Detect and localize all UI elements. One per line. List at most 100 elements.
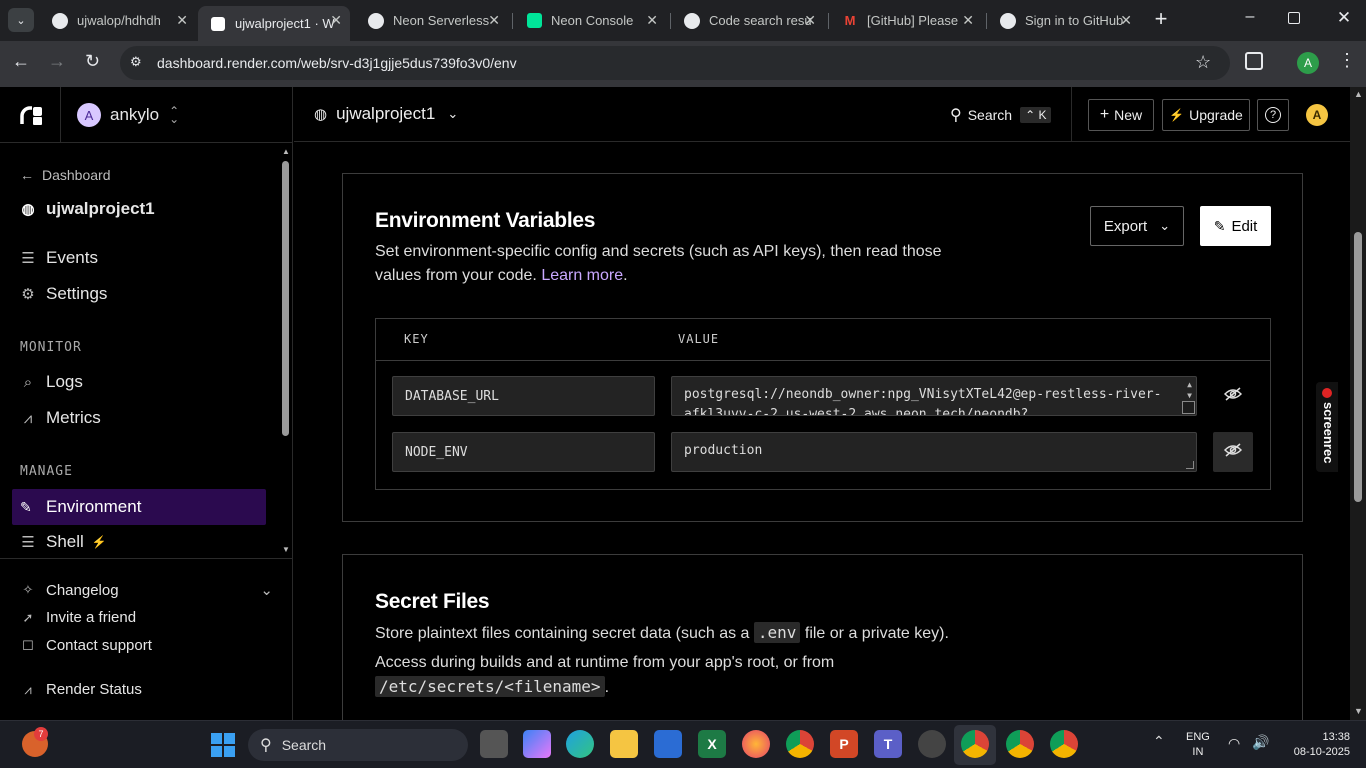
textarea-spinner[interactable]: ▲ ▼ — [1187, 379, 1192, 401]
browser-menu-icon[interactable]: ⋮ — [1338, 50, 1356, 71]
project-switcher[interactable]: ◍ ujwalproject1 ⌄ — [314, 104, 458, 124]
browser-tab[interactable]: Code search resu ✕ — [672, 6, 824, 35]
close-tab-icon[interactable]: ✕ — [488, 12, 500, 29]
taskbar-search[interactable]: ⚲ Search — [248, 729, 468, 761]
clock[interactable]: 13:38 08-10-2025 — [1290, 730, 1350, 760]
resize-handle[interactable] — [1186, 461, 1194, 469]
maximize-button[interactable] — [1288, 12, 1300, 24]
back-button[interactable]: ← — [12, 51, 34, 73]
close-tab-icon[interactable]: ✕ — [1120, 12, 1132, 29]
task-view-icon[interactable] — [480, 730, 508, 758]
browser-tab[interactable]: M [GitHub] Please ✕ — [830, 6, 982, 35]
sidebar-item-environment[interactable]: ✎ Environment — [12, 489, 266, 525]
env-value-field[interactable]: production — [671, 432, 1197, 472]
sidebar-item-changelog[interactable]: ✧ Changelog ⌄ — [20, 581, 273, 600]
scroll-up-arrow[interactable]: ▲ — [1354, 89, 1363, 99]
chrome-profile-p-icon[interactable] — [1050, 730, 1078, 758]
browser-tab[interactable]: Neon Serverless ✕ — [356, 6, 508, 35]
secret-description: Store plaintext files containing secret … — [375, 621, 949, 646]
sidebar-item-support[interactable]: ☐ Contact support — [20, 637, 152, 654]
env-key-field[interactable]: NODE_ENV — [392, 432, 655, 472]
render-logo-icon[interactable] — [20, 106, 44, 126]
widgets-icon[interactable]: 7 — [22, 727, 48, 757]
tab-title: Sign in to GitHub — [1025, 13, 1124, 28]
chevron-down-icon[interactable]: ⌄ — [260, 581, 273, 599]
toggle-visibility-button[interactable] — [1213, 432, 1253, 472]
browser-tab[interactable]: Neon Console ✕ — [514, 6, 666, 35]
edge-icon[interactable] — [566, 730, 594, 758]
tab-search-button[interactable]: ⌄ — [8, 8, 34, 32]
sidebar-item-metrics[interactable]: ⩘ Metrics — [20, 408, 101, 428]
url-text: dashboard.render.com/web/srv-d3j1gjje5du… — [157, 55, 517, 71]
close-tab-icon[interactable]: ✕ — [646, 12, 658, 29]
resize-handle[interactable] — [1182, 401, 1195, 414]
scroll-down-arrow[interactable]: ▼ — [282, 545, 290, 554]
wifi-icon[interactable]: ◠ — [1228, 735, 1240, 752]
new-button[interactable]: + New — [1088, 99, 1154, 131]
help-button[interactable]: ? — [1257, 99, 1289, 131]
copilot-icon[interactable] — [523, 730, 551, 758]
chrome-profile-icon[interactable] — [1006, 730, 1034, 758]
period: . — [623, 267, 628, 284]
excel-icon[interactable]: X — [698, 730, 726, 758]
browser-tab[interactable]: Sign in to GitHub ✕ — [988, 6, 1140, 35]
tray-overflow-icon[interactable]: ⌃ — [1153, 733, 1165, 750]
vpn-icon[interactable] — [918, 730, 946, 758]
tab-title: ujwalop/hdhdh — [77, 13, 161, 28]
file-explorer-icon[interactable] — [610, 730, 638, 758]
scroll-down-arrow[interactable]: ▼ — [1354, 706, 1363, 716]
chrome-icon[interactable] — [786, 730, 814, 758]
scroll-up-arrow[interactable]: ▲ — [282, 147, 290, 156]
powerpoint-icon[interactable]: P — [830, 730, 858, 758]
export-button[interactable]: Export ⌄ — [1090, 206, 1184, 246]
teams-icon[interactable]: T — [874, 730, 902, 758]
close-tab-icon[interactable]: ✕ — [330, 12, 342, 29]
screenrec-widget[interactable]: screenrec — [1316, 382, 1338, 472]
user-avatar[interactable]: A — [1306, 104, 1328, 126]
page-scrollbar[interactable]: ▲ ▼ — [1350, 87, 1366, 720]
bookmark-star-icon[interactable]: ☆ — [1195, 52, 1211, 73]
sidebar-item-events[interactable]: ☰ Events — [20, 248, 98, 268]
scroll-thumb[interactable] — [1354, 232, 1362, 502]
screenrec-label: screenrec — [1321, 402, 1336, 464]
edit-button[interactable]: ✎ Edit — [1200, 206, 1271, 246]
extensions-icon[interactable] — [1245, 52, 1263, 70]
env-value-field[interactable]: postgresql://neondb_owner:npg_VNisytXTeL… — [671, 376, 1197, 416]
sidebar-item-logs[interactable]: ⌕ Logs — [20, 372, 83, 392]
plus-icon: + — [1099, 106, 1110, 123]
address-bar[interactable]: ⚙ dashboard.render.com/web/srv-d3j1gjje5… — [120, 46, 1230, 80]
search-button[interactable]: ⚲ Search ⌃ K — [950, 105, 1052, 125]
close-tab-icon[interactable]: ✕ — [962, 12, 974, 29]
close-tab-icon[interactable]: ✕ — [176, 12, 188, 29]
browser-tab[interactable]: ujwalproject1 · W ✕ — [198, 6, 350, 41]
scroll-thumb[interactable] — [282, 161, 289, 436]
volume-icon[interactable]: 🔊 — [1252, 734, 1269, 751]
chrome-profile-a-icon[interactable] — [961, 730, 989, 758]
new-tab-button[interactable]: + — [1150, 8, 1172, 32]
learn-more-link[interactable]: Learn more — [541, 267, 623, 284]
toggle-visibility-button[interactable] — [1213, 376, 1253, 416]
start-button[interactable] — [211, 733, 235, 757]
workspace-switcher[interactable]: A ankylo ⌃ ⌄ — [77, 103, 179, 127]
desc-before: Store plaintext files containing secret … — [375, 625, 750, 642]
firefox-icon[interactable] — [742, 730, 770, 758]
close-window-button[interactable]: ✕ — [1334, 8, 1354, 32]
sidebar-scrollbar[interactable]: ▲ ▼ — [280, 147, 292, 557]
sidebar-item-shell[interactable]: ☰ Shell ⚡ — [20, 532, 107, 552]
browser-tab[interactable]: ujwalop/hdhdh ✕ — [40, 6, 196, 35]
language-indicator[interactable]: ENG IN — [1186, 730, 1210, 760]
divider — [376, 360, 1270, 361]
sidebar-item-status[interactable]: ⩘ Render Status — [20, 681, 142, 698]
upgrade-button[interactable]: ⚡ Upgrade — [1162, 99, 1250, 131]
close-tab-icon[interactable]: ✕ — [804, 12, 816, 29]
site-info-icon[interactable]: ⚙ — [130, 54, 142, 70]
minimize-button[interactable]: – — [1240, 8, 1260, 32]
back-to-dashboard-link[interactable]: ← Dashboard — [20, 167, 111, 183]
sidebar-item-settings[interactable]: ⚙ Settings — [20, 284, 107, 304]
profile-avatar[interactable]: A — [1297, 52, 1319, 74]
store-icon[interactable] — [654, 730, 682, 758]
forward-button[interactable]: → — [48, 51, 70, 73]
reload-button[interactable]: ↻ — [85, 51, 107, 73]
env-key-field[interactable]: DATABASE_URL — [392, 376, 655, 416]
sidebar-item-invite[interactable]: ➚ Invite a friend — [20, 609, 137, 626]
